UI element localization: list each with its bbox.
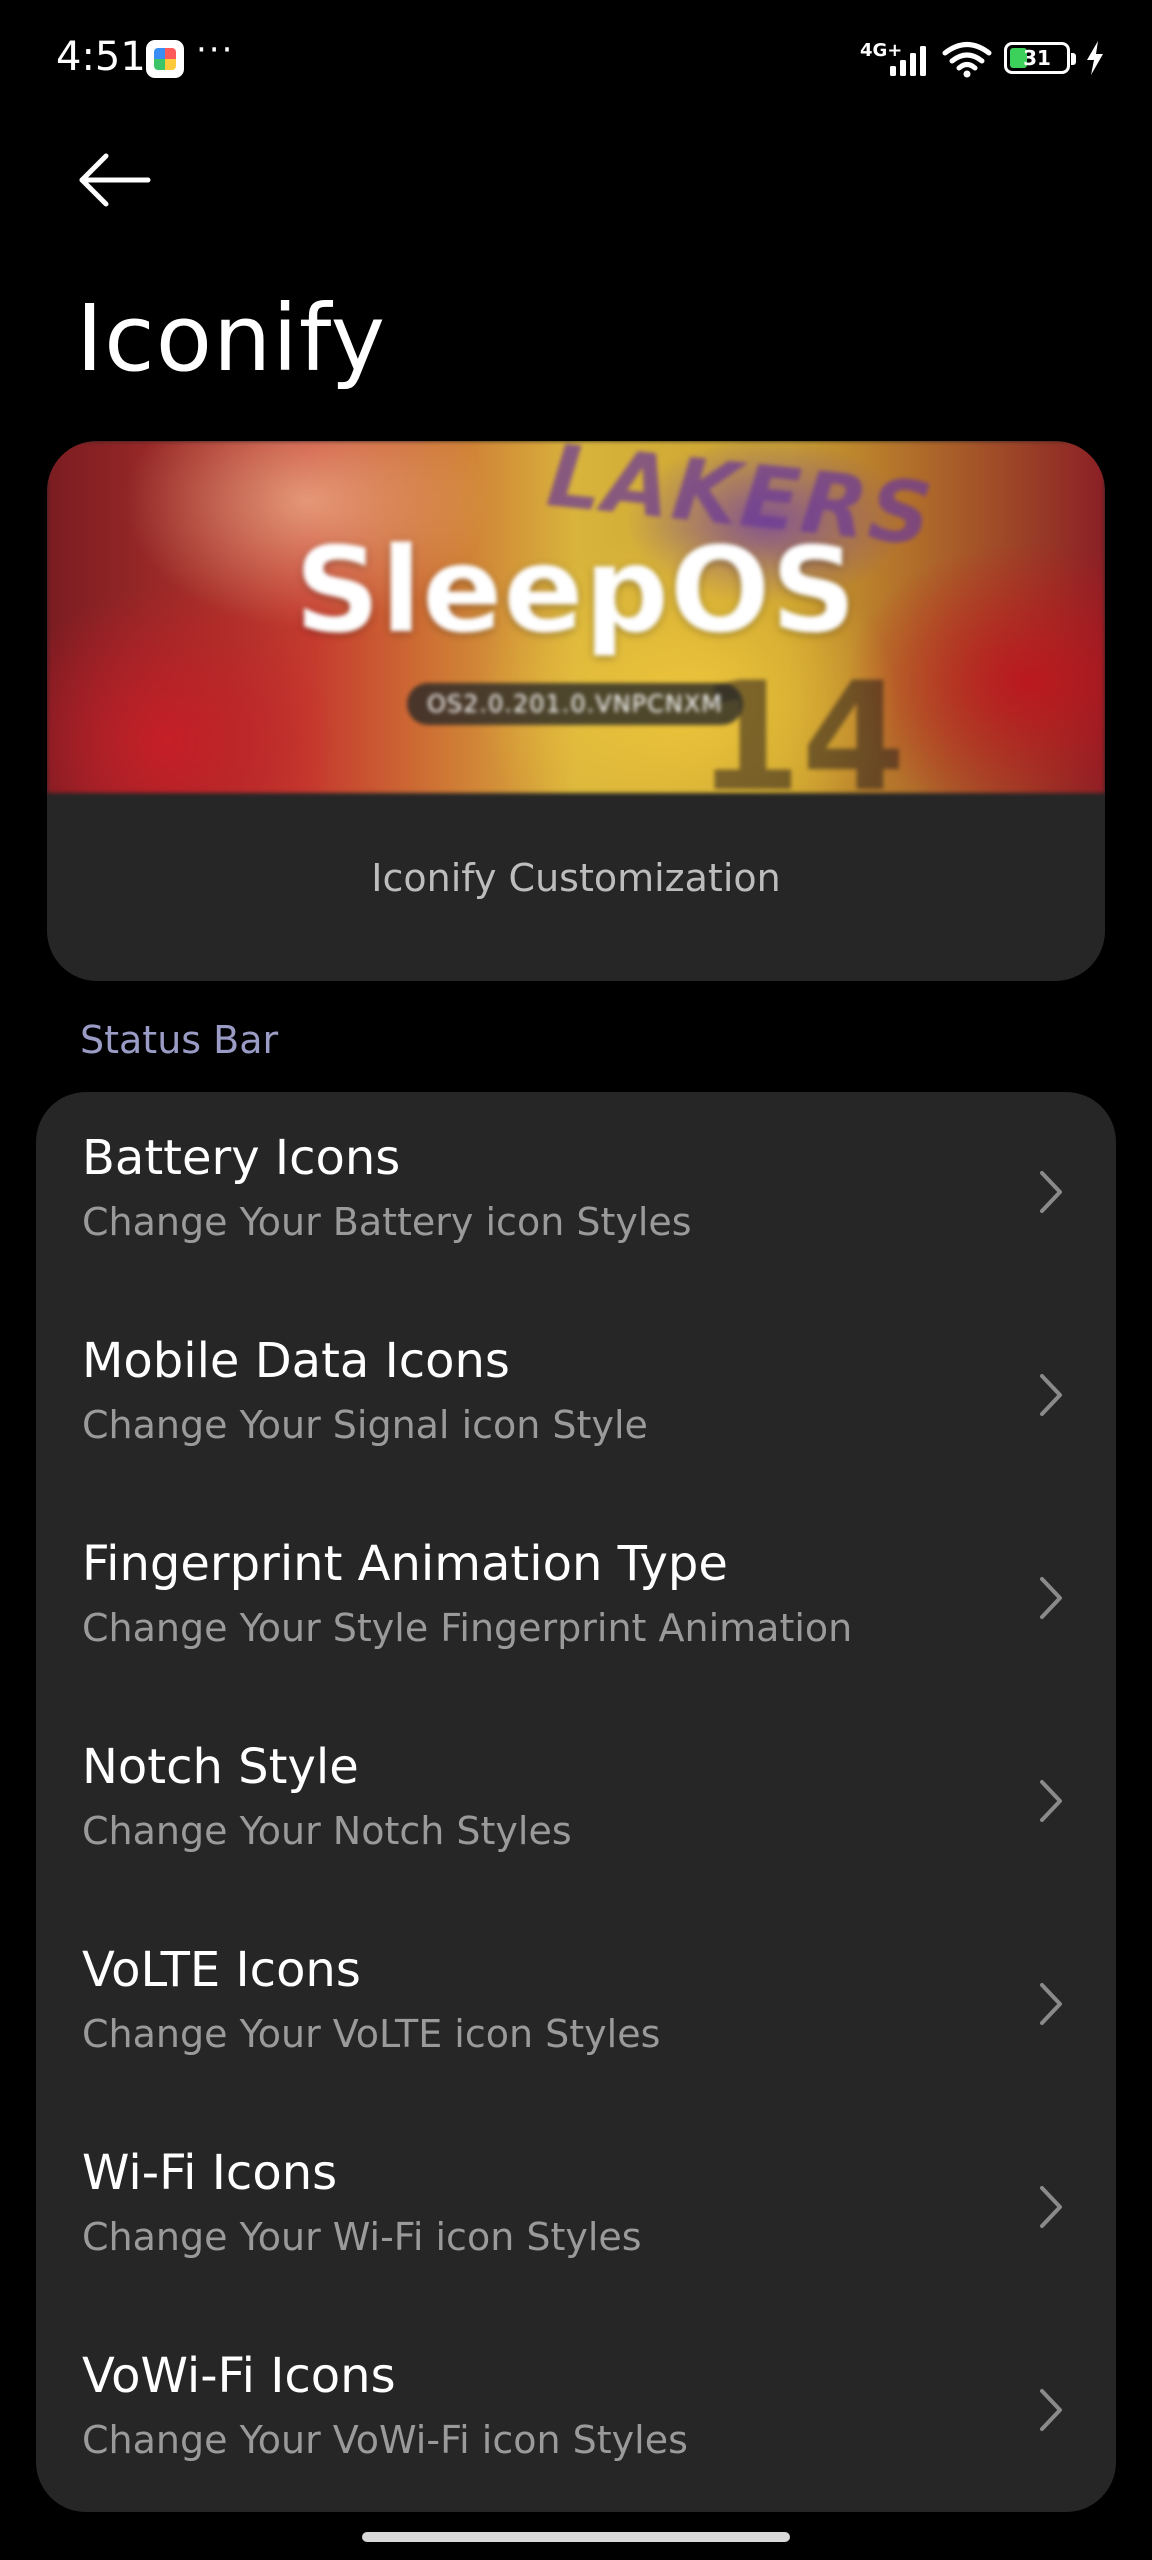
list-item-title: Wi-Fi Icons [82,2145,338,2201]
list-item-wifi-icons[interactable]: Wi-Fi Icons Change Your Wi-Fi icon Style… [36,2107,1116,2310]
back-arrow-icon[interactable] [76,150,156,210]
banner-image: LAKERS 14 SleepOS OS2.0.201.0.VNPCNXM [47,441,1105,825]
charging-bolt-icon [1087,41,1103,75]
banner-card: LAKERS 14 SleepOS OS2.0.201.0.VNPCNXM Ic… [47,441,1105,981]
list-item-mobile-data-icons[interactable]: Mobile Data Icons Change Your Signal ico… [36,1295,1116,1498]
chevron-right-icon [1040,1983,1062,2025]
list-item-volte-icons[interactable]: VoLTE Icons Change Your VoLTE icon Style… [36,1904,1116,2107]
banner-caption: Iconify Customization [371,856,781,900]
list-item-subtitle: Change Your VoLTE icon Styles [82,2012,661,2056]
battery-icon: 31 [1004,42,1076,74]
settings-list: Battery Icons Change Your Battery icon S… [36,1092,1116,2512]
list-item-fingerprint-animation[interactable]: Fingerprint Animation Type Change Your S… [36,1498,1116,1701]
banner-logo: SleepOS [294,521,858,659]
page-title: Iconify [76,285,387,392]
list-item-title: Fingerprint Animation Type [82,1536,728,1592]
list-item-title: Mobile Data Icons [82,1333,510,1389]
chevron-right-icon [1040,1577,1062,1619]
version-badge: OS2.0.201.0.VNPCNXM [407,683,743,725]
status-time: 4:51 [56,34,146,80]
list-item-subtitle: Change Your Notch Styles [82,1809,572,1853]
chevron-right-icon [1040,2186,1062,2228]
cellular-signal-icon [890,46,926,76]
list-item-subtitle: Change Your Style Fingerprint Animation [82,1606,853,1650]
battery-level: 31 [1023,46,1051,70]
chevron-right-icon [1040,1374,1062,1416]
list-item-subtitle: Change Your VoWi-Fi icon Styles [82,2418,688,2462]
colorful-app-icon [146,40,184,78]
gesture-navigation-bar[interactable] [362,2532,790,2542]
chevron-right-icon [1040,1780,1062,1822]
list-item-title: Battery Icons [82,1130,401,1186]
chevron-right-icon [1040,2389,1062,2431]
list-item-title: VoWi-Fi Icons [82,2348,396,2404]
list-item-vowifi-icons[interactable]: VoWi-Fi Icons Change Your VoWi-Fi icon S… [36,2310,1116,2512]
list-item-title: Notch Style [82,1739,359,1795]
list-item-notch-style[interactable]: Notch Style Change Your Notch Styles [36,1701,1116,1904]
status-bar: 4:51 ··· 4G+ 31 [0,0,1152,120]
list-item-subtitle: Change Your Wi-Fi icon Styles [82,2215,642,2259]
list-item-subtitle: Change Your Signal icon Style [82,1403,648,1447]
list-item-battery-icons[interactable]: Battery Icons Change Your Battery icon S… [36,1092,1116,1295]
wifi-icon [942,42,992,78]
more-notifications-icon: ··· [196,30,235,70]
section-label: Status Bar [80,1018,279,1062]
chevron-right-icon [1040,1171,1062,1213]
list-item-subtitle: Change Your Battery icon Styles [82,1200,692,1244]
list-item-title: VoLTE Icons [82,1942,361,1998]
banner-background-number: 14 [697,651,906,825]
